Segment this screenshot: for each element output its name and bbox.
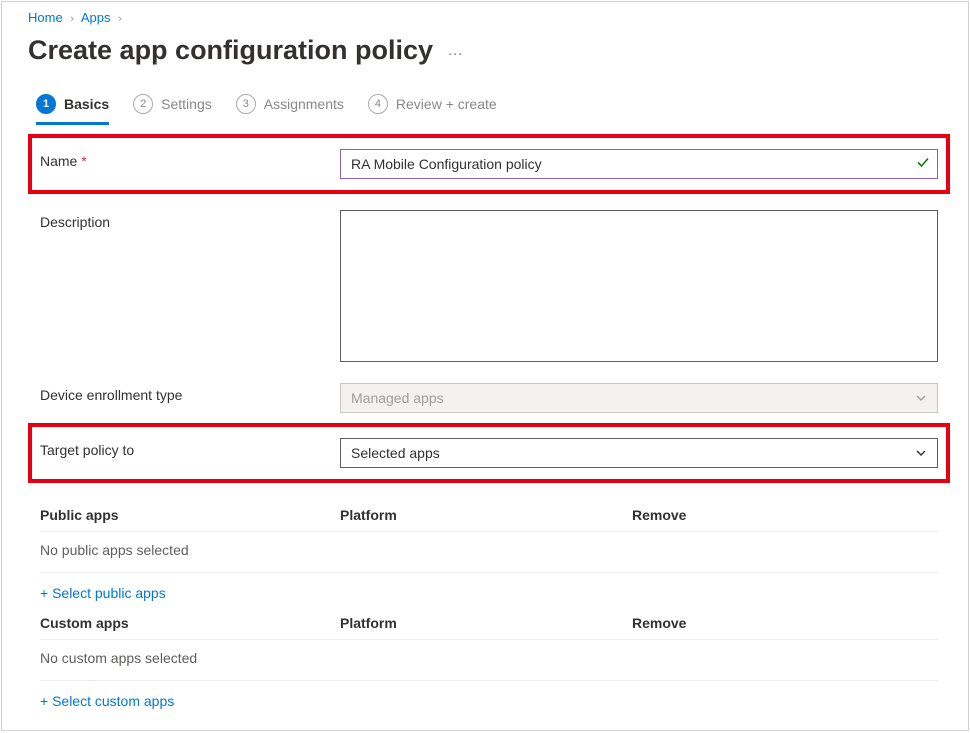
- select-public-apps-link[interactable]: + Select public apps: [40, 573, 166, 607]
- wizard-tabs: 1 Basics 2 Settings 3 Assignments 4 Revi…: [28, 94, 950, 128]
- required-icon: *: [81, 153, 86, 169]
- breadcrumb: Home › Apps ›: [28, 8, 950, 31]
- tab-badge: 3: [236, 94, 256, 114]
- target-policy-label: Target policy to: [40, 438, 340, 458]
- tab-label: Basics: [64, 96, 109, 112]
- col-custom-apps: Custom apps: [40, 615, 340, 631]
- custom-apps-header: Custom apps Platform Remove: [40, 607, 938, 639]
- col-platform: Platform: [340, 615, 632, 631]
- tab-badge: 4: [368, 94, 388, 114]
- enrollment-type-select: Managed apps: [340, 383, 938, 413]
- tab-assignments[interactable]: 3 Assignments: [236, 94, 344, 122]
- tab-label: Assignments: [264, 96, 344, 112]
- col-platform: Platform: [340, 507, 632, 523]
- page-title: Create app configuration policy: [28, 35, 433, 66]
- more-actions-button[interactable]: …: [447, 42, 464, 60]
- tab-label: Review + create: [396, 96, 497, 112]
- table-row: No public apps selected: [40, 531, 938, 568]
- custom-apps-empty: No custom apps selected: [40, 650, 340, 666]
- breadcrumb-home[interactable]: Home: [28, 10, 63, 25]
- highlight-target: Target policy to Selected apps: [28, 423, 950, 483]
- checkmark-icon: [916, 156, 930, 173]
- tab-basics[interactable]: 1 Basics: [36, 94, 109, 125]
- col-public-apps: Public apps: [40, 507, 340, 523]
- chevron-down-icon: [915, 447, 927, 459]
- col-remove: Remove: [632, 615, 938, 631]
- table-row: No custom apps selected: [40, 639, 938, 676]
- target-policy-select[interactable]: Selected apps: [340, 438, 938, 468]
- chevron-right-icon: ›: [70, 13, 74, 25]
- name-input[interactable]: [340, 149, 938, 179]
- name-label: Name *: [40, 149, 340, 169]
- tab-badge: 2: [133, 94, 153, 114]
- public-apps-header: Public apps Platform Remove: [40, 499, 938, 531]
- highlight-name: Name *: [28, 134, 950, 194]
- enrollment-type-label: Device enrollment type: [40, 383, 340, 403]
- col-remove: Remove: [632, 507, 938, 523]
- tab-review-create[interactable]: 4 Review + create: [368, 94, 497, 122]
- description-label: Description: [40, 210, 340, 230]
- tab-label: Settings: [161, 96, 212, 112]
- select-custom-apps-link[interactable]: + Select custom apps: [40, 681, 174, 715]
- tab-settings[interactable]: 2 Settings: [133, 94, 212, 122]
- public-apps-empty: No public apps selected: [40, 542, 340, 558]
- tab-badge: 1: [36, 94, 56, 114]
- chevron-down-icon: [915, 392, 927, 404]
- description-textarea[interactable]: [340, 210, 938, 362]
- chevron-right-icon: ›: [118, 13, 122, 25]
- breadcrumb-apps[interactable]: Apps: [81, 10, 111, 25]
